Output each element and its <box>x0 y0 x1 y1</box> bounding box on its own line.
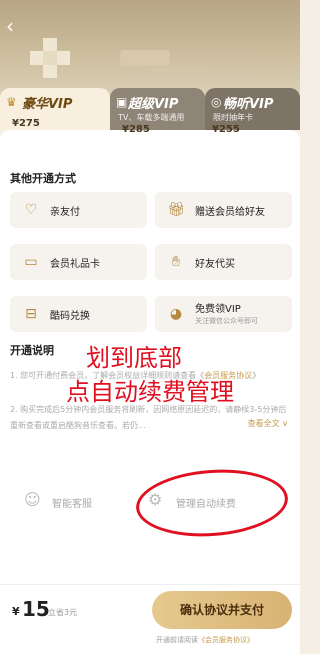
gift-card-button[interactable]: ▭ 会员礼品卡 <box>10 244 147 280</box>
username-blurred <box>120 50 170 66</box>
view-full-link[interactable]: 查看全文 ∨ <box>248 418 288 429</box>
avatar <box>30 38 70 78</box>
currency-symbol: ¥ <box>12 605 20 618</box>
price-value: 15 <box>22 597 50 621</box>
smart-service-button[interactable]: ☺ 智能客服 <box>24 486 154 516</box>
gift-icon: 🎁︎ <box>167 202 185 218</box>
headphone-icon: ◎ <box>211 95 222 109</box>
tab-luxury-vip[interactable]: ♛ 豪华VIP ¥275 <box>0 88 110 130</box>
friend-buy-button[interactable]: ✋︎ 好友代买 <box>155 244 292 280</box>
gift-vip-button[interactable]: 🎁︎ 赠送会员给好友 <box>155 192 292 228</box>
vip-tabs: ♛ 豪华VIP ¥275 ▣ 超级VIP TV、车载多端通用 ◎ 畅听VIP 限… <box>0 88 300 136</box>
user-info-blurred <box>150 68 210 78</box>
confirm-pay-button[interactable]: 确认协议并支付 <box>152 591 292 629</box>
tv-icon: ▣ <box>116 95 128 109</box>
crown-icon: ♛ <box>6 95 17 109</box>
card-icon: ▭ <box>24 254 38 270</box>
wechat-icon: ◕ <box>169 306 183 322</box>
friend-pay-button[interactable]: ♡ 亲友付 <box>10 192 147 228</box>
tab-listen-vip-price: ¥255 <box>212 124 240 135</box>
annotation-line-2: 点自动续费管理 <box>66 378 234 406</box>
ticket-icon: ⊟ <box>25 306 37 322</box>
tab-super-vip-price: ¥285 <box>122 124 150 135</box>
headset-icon: ☺ <box>24 490 41 509</box>
section-title-explain: 开通说明 <box>10 344 54 357</box>
save-amount: 立省3元 <box>48 608 78 617</box>
agreement-link[interactable]: 《会员服务协议》 <box>198 636 254 644</box>
chevron-left-icon[interactable]: ‹ <box>6 14 14 38</box>
free-vip-button[interactable]: ◕ 免费领VIP 关注微信公众号即可 <box>155 296 292 332</box>
code-redeem-button[interactable]: ⊟ 酷码兑换 <box>10 296 147 332</box>
agreement-note: 开通前请阅读《会员服务协议》 <box>156 636 254 644</box>
annotation-line-1: 划到底部 <box>86 344 182 372</box>
bottom-bar: ¥ 15 立省3元 确认协议并支付 开通前请阅读《会员服务协议》 <box>0 584 300 654</box>
header: ‹ <box>0 0 300 100</box>
section-title-other-methods: 其他开通方式 <box>10 172 76 185</box>
hand-icon: ✋︎ <box>172 254 180 270</box>
heart-hand-icon: ♡ <box>24 202 38 218</box>
